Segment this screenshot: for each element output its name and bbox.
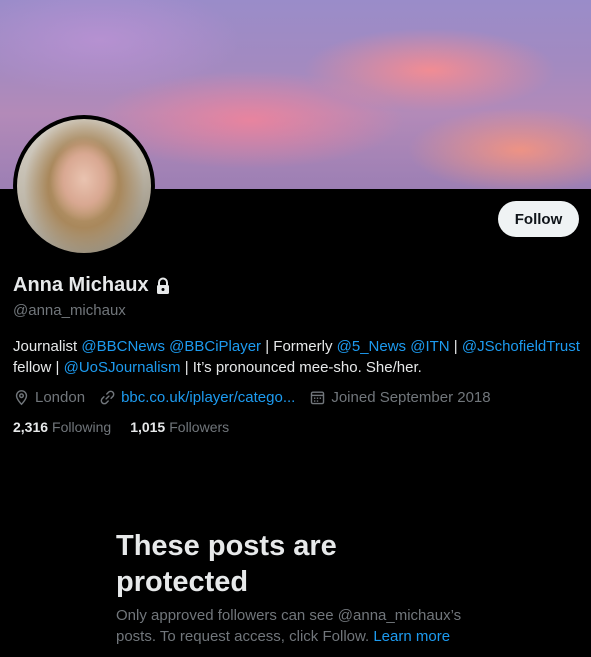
following-count: 2,316: [13, 419, 49, 435]
joined-text: Joined September 2018: [331, 388, 491, 406]
follow-button[interactable]: Follow: [498, 201, 579, 237]
bio-text: |: [449, 338, 462, 355]
calendar-icon: [311, 390, 325, 404]
join-date: Joined September 2018: [309, 388, 491, 406]
mention-link[interactable]: @UoSJournalism: [64, 359, 181, 376]
mention-link[interactable]: @ITN: [410, 338, 449, 355]
bio-text: | It’s pronounced mee-sho. She/her.: [180, 359, 422, 376]
learn-more-link[interactable]: Learn more: [373, 628, 450, 645]
location-icon: [15, 389, 28, 405]
avatar-photo: [17, 119, 151, 253]
location: London: [13, 389, 85, 406]
website[interactable]: bbc.co.uk/iplayer/catego...: [99, 389, 295, 406]
bio-text: | Formerly: [261, 338, 337, 355]
followers-label: Followers: [169, 419, 230, 435]
followers-link[interactable]: 1,015 Followers: [130, 419, 229, 435]
protected-title: These posts are protected: [116, 530, 337, 598]
bio: Journalist @BBCNews @BBCiPlayer | Former…: [13, 336, 583, 378]
following-label: Following: [52, 419, 112, 435]
protected-description: Only approved followers can see @anna_mi…: [116, 605, 476, 647]
bio-text: Journalist: [13, 338, 82, 355]
bio-text: fellow |: [13, 359, 64, 376]
website-link[interactable]: bbc.co.uk/iplayer/catego...: [121, 389, 295, 406]
avatar[interactable]: [13, 115, 155, 257]
mention-link[interactable]: @BBCiPlayer: [169, 338, 261, 355]
lock-icon: [156, 277, 169, 294]
display-name: Anna Michaux: [13, 274, 149, 296]
handle: @anna_michaux: [13, 302, 126, 319]
location-text: London: [35, 388, 86, 406]
followers-count: 1,015: [130, 419, 166, 435]
mention-link[interactable]: @JSchofieldTrust: [462, 338, 580, 355]
follow-stats: 2,316 Following 1,015 Followers: [13, 419, 248, 435]
mention-link[interactable]: @5_News: [337, 338, 406, 355]
name-row: Anna Michaux: [13, 274, 171, 297]
link-icon: [100, 390, 115, 404]
mention-link[interactable]: @BBCNews: [81, 338, 165, 355]
profile-meta: London bbc.co.uk/iplayer/catego... Joine…: [13, 387, 505, 407]
following-link[interactable]: 2,316 Following: [13, 419, 111, 435]
